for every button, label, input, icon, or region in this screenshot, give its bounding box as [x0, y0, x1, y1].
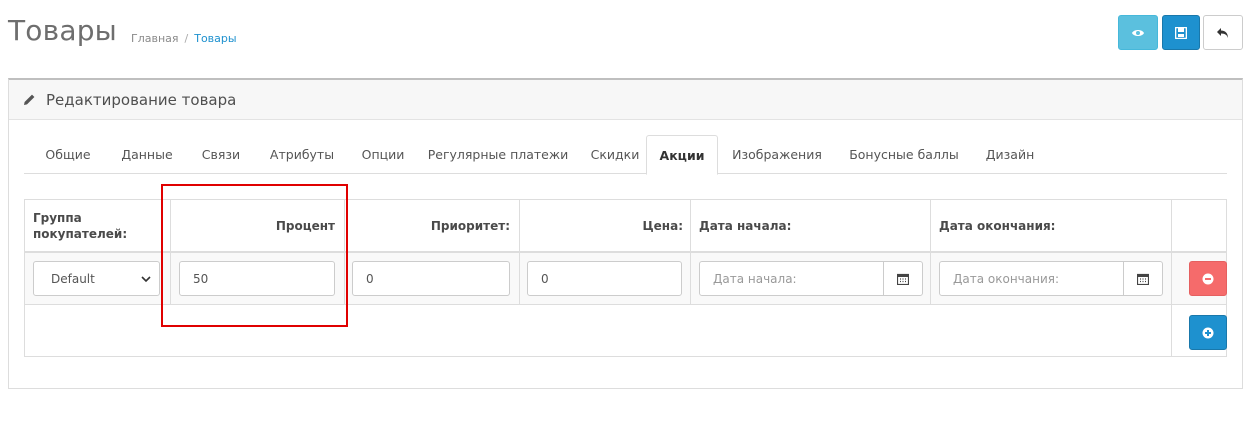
page-title: Товары [8, 14, 117, 47]
breadcrumb-current[interactable]: Товары [194, 32, 236, 45]
eye-icon [1132, 29, 1144, 36]
tab-recurring-payments[interactable]: Регулярные платежи [426, 135, 570, 174]
price-input[interactable]: 0 [527, 261, 682, 296]
header-customer-group-line1: Группа [33, 211, 82, 225]
header-price: Цена: [642, 219, 683, 233]
tab-discounts[interactable]: Скидки [582, 135, 648, 174]
plus-circle-icon [1202, 327, 1214, 338]
edit-product-panel: Редактирование товара Общие Данные Связи… [8, 78, 1243, 389]
remove-special-button[interactable] [1189, 261, 1227, 296]
tab-specials[interactable]: Акции [646, 135, 718, 175]
customer-group-value: Default [51, 271, 95, 286]
date-start-placeholder: Дата начала: [713, 272, 797, 286]
tab-attributes[interactable]: Атрибуты [262, 135, 342, 174]
specials-table: Группа покупателей: Процент Приоритет: Ц… [24, 199, 1227, 357]
date-start-field[interactable]: Дата начала: [699, 261, 923, 296]
date-start-calendar-button[interactable] [883, 262, 922, 295]
header-priority: Приоритет: [430, 219, 510, 233]
preview-button[interactable] [1118, 15, 1158, 50]
table-row: Default 50 0 0 Дата начала: Дата окончан… [25, 253, 1227, 305]
save-button[interactable] [1162, 15, 1200, 50]
save-icon [1175, 26, 1187, 39]
date-end-field[interactable]: Дата окончания: [939, 261, 1163, 296]
back-button[interactable] [1203, 15, 1243, 50]
header-date-end: Дата окончания: [939, 219, 1056, 233]
product-tabs: Общие Данные Связи Атрибуты Опции Регуля… [24, 135, 1227, 175]
breadcrumb-home[interactable]: Главная [131, 32, 179, 45]
chevron-down-icon [141, 276, 151, 283]
calendar-icon [897, 273, 909, 285]
reply-icon [1217, 27, 1228, 38]
percent-input[interactable]: 50 [179, 261, 335, 296]
panel-title: Редактирование товара [46, 90, 237, 109]
customer-group-select[interactable]: Default [33, 261, 160, 296]
breadcrumb: Главная / Товары [131, 32, 237, 45]
table-footer-row [25, 306, 1227, 357]
minus-circle-icon [1202, 273, 1214, 284]
date-end-calendar-button[interactable] [1123, 262, 1162, 295]
tab-data[interactable]: Данные [112, 135, 182, 174]
column-divider [344, 200, 345, 305]
header-date-start: Дата начала: [699, 219, 792, 233]
column-divider [170, 200, 171, 305]
column-divider [690, 200, 691, 305]
tab-options[interactable]: Опции [352, 135, 414, 174]
table-header-row: Группа покупателей: Процент Приоритет: Ц… [25, 200, 1226, 253]
calendar-icon [1137, 273, 1149, 285]
tab-links[interactable]: Связи [192, 135, 250, 174]
column-divider [519, 200, 520, 305]
header-customer-group: Группа покупателей: [33, 210, 153, 242]
breadcrumb-separator: / [184, 32, 189, 45]
tab-design[interactable]: Дизайн [978, 135, 1042, 174]
tab-images[interactable]: Изображения [730, 135, 824, 174]
header-customer-group-line2: покупателей: [33, 227, 128, 241]
date-end-placeholder: Дата окончания: [953, 272, 1060, 286]
pencil-icon [24, 94, 35, 105]
header-percent: Процент [275, 219, 335, 233]
priority-input[interactable]: 0 [352, 261, 510, 296]
column-divider [930, 200, 931, 305]
column-divider [1171, 200, 1172, 357]
tab-reward-points[interactable]: Бонусные баллы [844, 135, 964, 174]
add-special-button[interactable] [1189, 315, 1227, 350]
panel-heading: Редактирование товара [9, 80, 1242, 120]
tab-general[interactable]: Общие [37, 135, 99, 174]
